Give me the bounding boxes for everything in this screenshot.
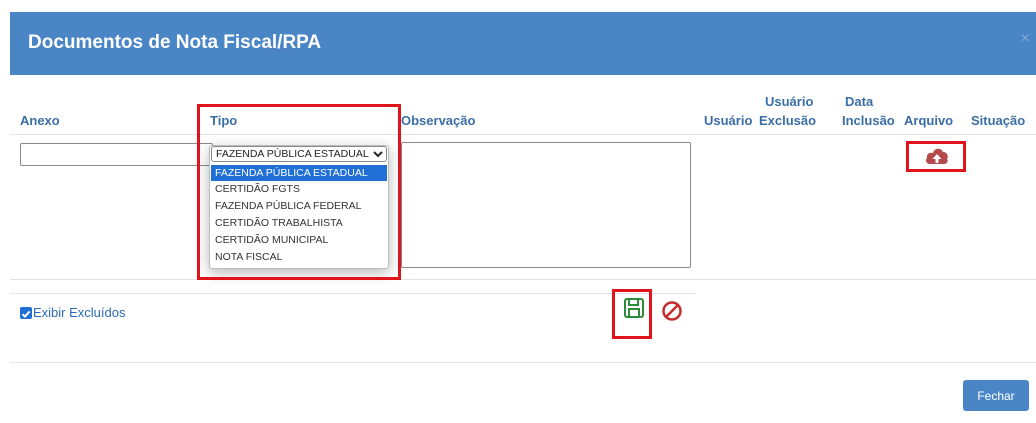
observacao-textarea[interactable] — [401, 142, 691, 268]
ban-icon[interactable] — [661, 300, 683, 322]
header-usuario-exclusao-line2: Exclusão — [759, 113, 817, 128]
fechar-button[interactable]: Fechar — [963, 380, 1029, 411]
upload-highlight — [906, 141, 966, 172]
header-anexo: Anexo — [20, 113, 60, 128]
header-data-inclusao-line2: Inclusão — [842, 113, 895, 128]
header-data-inclusao-line1: Data — [845, 94, 874, 109]
header-situacao: Situação — [971, 113, 1026, 128]
header-data-inclusao: Data Inclusão — [842, 94, 895, 128]
save-highlight — [612, 289, 652, 339]
close-button[interactable]: × — [1021, 30, 1030, 48]
exibir-excluidos-checkbox[interactable] — [20, 307, 32, 319]
exibir-excluidos-label[interactable]: Exibir Excluídos — [33, 305, 125, 320]
modal-header: Documentos de Nota Fiscal/RPA × — [10, 12, 1036, 75]
header-usuario-exclusao: Usuário Exclusão — [759, 94, 816, 128]
footer-top-divider — [10, 362, 1036, 363]
row-divider — [10, 279, 1036, 280]
header-usuario: Usuário — [704, 113, 753, 128]
header-divider — [10, 134, 1036, 135]
header-arquivo: Arquivo — [904, 113, 954, 128]
modal-title: Documentos de Nota Fiscal/RPA — [28, 32, 322, 53]
tipo-highlight — [197, 104, 401, 280]
header-observacao: Observação — [401, 113, 476, 128]
checkbox-checked-icon — [21, 310, 31, 319]
footer-divider — [10, 293, 696, 294]
anexo-input[interactable] — [20, 143, 213, 166]
header-usuario-exclusao-line1: Usuário — [765, 94, 814, 109]
